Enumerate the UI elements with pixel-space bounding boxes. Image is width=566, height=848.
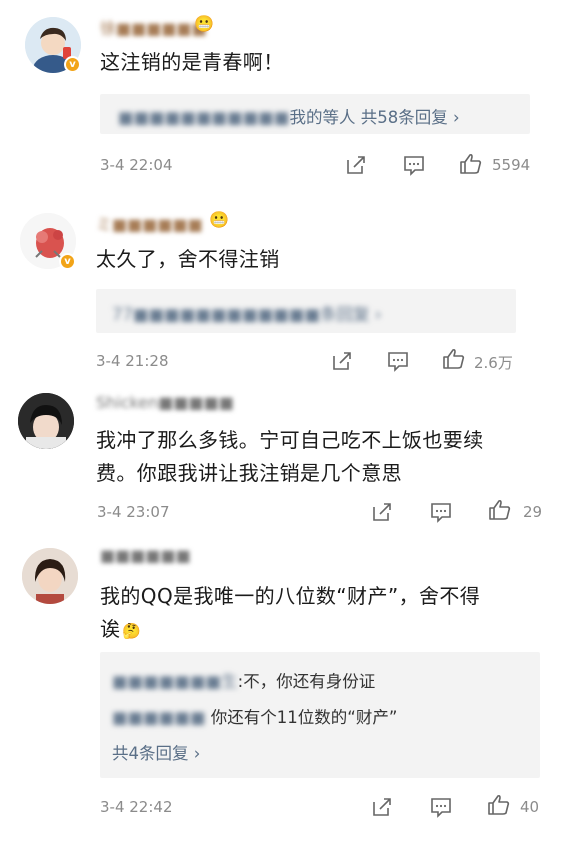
username[interactable]: Shicken■■■■■	[96, 393, 234, 412]
timestamp: 3-4 22:04	[100, 156, 173, 174]
comment-text: 太久了，舍不得注销	[96, 247, 280, 271]
username[interactable]: 徐■■■■■■	[100, 15, 207, 39]
username[interactable]: ■■■■■■	[100, 546, 191, 565]
emoji-grimace: 😬	[209, 210, 229, 229]
share-icon[interactable]	[345, 154, 367, 176]
reply-name[interactable]: ■■■■■■	[112, 708, 206, 727]
reply-item[interactable]: ■■■■■■ 你还有个11位数的“财产”	[112, 704, 397, 728]
comment-icon[interactable]	[403, 155, 425, 176]
like-icon[interactable]	[488, 498, 512, 522]
reply-names[interactable]: 77■■■■■■■■■■■■	[112, 305, 320, 324]
comment-text: 我冲了那么多钱。宁可自己吃不上饭也要续 费。你跟我讲让我注销是几个意思	[96, 428, 484, 485]
reply-item[interactable]: ■■■■■■■生:不，你还有身份证	[112, 668, 375, 692]
avatar[interactable]	[18, 393, 74, 449]
like-count: 5594	[492, 156, 531, 174]
username[interactable]: ミ■■■■■■	[96, 211, 203, 235]
avatar[interactable]	[22, 548, 78, 604]
verified-badge: v	[64, 56, 81, 73]
comment-text: 这注销的是青春啊！	[100, 50, 284, 74]
like-count: 2.6万	[474, 354, 513, 372]
like-icon[interactable]	[442, 347, 466, 371]
verified-badge: v	[59, 253, 76, 270]
comment-icon[interactable]	[430, 797, 452, 818]
reply-count-link[interactable]: 共58条回复 ›	[361, 108, 460, 127]
reply-text: 你还有个11位数的“财产”	[210, 708, 398, 727]
like-icon[interactable]	[487, 793, 511, 817]
timestamp: 3-4 23:07	[97, 503, 170, 521]
like-count: 40	[520, 798, 540, 816]
timestamp: 3-4 21:28	[96, 352, 169, 370]
like-count: 29	[523, 503, 543, 521]
reply-name[interactable]: ■■■■■■■生	[112, 672, 238, 691]
emoji-grimace: 😬	[194, 14, 214, 33]
reply-count-link[interactable]: 条回复 ›	[320, 305, 381, 324]
reply-suffix: 我的等人	[289, 108, 356, 127]
comment-text: 我的QQ是我唯一的八位数“财产”，舍不得 诶 🤔	[100, 584, 481, 641]
comment-icon[interactable]	[430, 502, 452, 523]
reply-box: ■■■■■■■生:不，你还有身份证 ■■■■■■ 你还有个11位数的“财产” 共…	[100, 652, 540, 778]
share-icon[interactable]	[331, 350, 353, 372]
reply-preview-box[interactable]: 77■■■■■■■■■■■■条回复 ›	[96, 289, 516, 333]
share-icon[interactable]	[371, 501, 393, 523]
reply-text: :不，你还有身份证	[237, 672, 376, 691]
comment-icon[interactable]	[387, 351, 409, 372]
emoji-think: 🤔	[122, 622, 142, 640]
share-icon[interactable]	[371, 796, 393, 818]
reply-names[interactable]: ■■■■■■■■■■■	[118, 108, 290, 127]
reply-preview-box[interactable]: ■■■■■■■■■■■我的等人 共58条回复 ›	[100, 94, 530, 134]
timestamp: 3-4 22:42	[100, 798, 173, 816]
like-icon[interactable]	[459, 152, 483, 176]
reply-count-link[interactable]: 共4条回复 ›	[112, 740, 200, 764]
